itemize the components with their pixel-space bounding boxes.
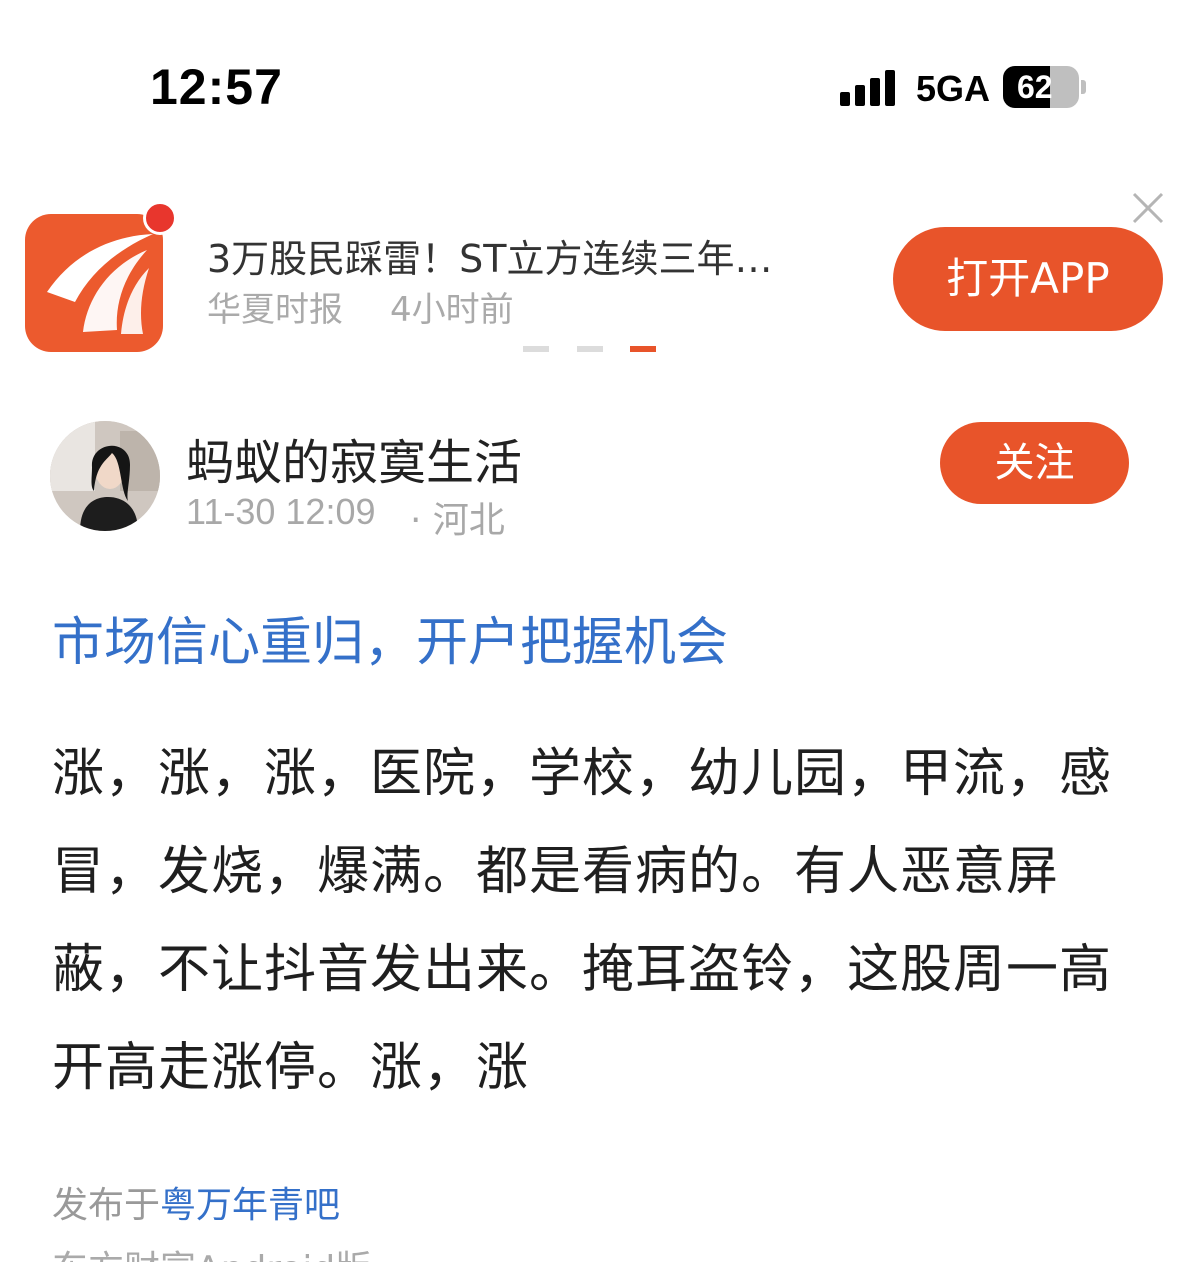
post-location: · 河北 (410, 500, 505, 541)
author-name[interactable]: 蚂蚁的寂寞生活 (186, 423, 522, 493)
open-app-button[interactable]: 打开APP (893, 227, 1163, 331)
banner-headline[interactable]: 3万股民踩雷！ST立方连续三年… (207, 228, 847, 283)
carousel-dot (630, 346, 656, 352)
post-time: 11-30 12:09 (186, 491, 376, 532)
status-bar: 12:57 5GA 62 (0, 0, 1179, 150)
close-icon[interactable] (1128, 188, 1168, 228)
battery-tip (1081, 80, 1086, 94)
published-prefix: 发布于 (52, 1185, 161, 1226)
banner-time: 4小时前 (390, 290, 514, 330)
status-time: 12:57 (150, 59, 283, 115)
network-type: 5GA (916, 68, 991, 109)
banner-source: 华夏时报 (207, 290, 343, 330)
author-header: 蚂蚁的寂寞生活 11-30 12:09 · 河北 关注 (0, 415, 1179, 555)
forum-link[interactable]: 粤万年青吧 (160, 1185, 340, 1226)
battery-percent: 62 (1017, 69, 1053, 105)
published-in: 发布于粤万年青吧 (52, 1176, 340, 1228)
carousel-indicator (523, 346, 663, 352)
carousel-dot (523, 346, 549, 352)
cellular-signal-icon (840, 70, 900, 106)
client-source: 东方财富Android版 (52, 1240, 371, 1262)
article-body: 涨，涨，涨，医院，学校，幼儿园，甲流，感冒，发烧，爆满。都是看病的。有人恶意屏蔽… (52, 744, 1113, 1098)
page: 12:57 5GA 62 3万股民踩雷！ST立方连续三年… 华夏时报 4小时前 … (0, 0, 1179, 1262)
follow-button[interactable]: 关注 (940, 422, 1129, 504)
app-promo-banner[interactable]: 3万股民踩雷！ST立方连续三年… 华夏时报 4小时前 打开APP (0, 180, 1179, 370)
notification-dot (143, 201, 177, 235)
carousel-dot (577, 346, 603, 352)
battery-icon: 62 (1003, 66, 1079, 108)
app-logo-icon (25, 214, 163, 352)
avatar[interactable] (50, 421, 160, 531)
article-title: 市场信心重归，开户把握机会 (52, 613, 729, 673)
